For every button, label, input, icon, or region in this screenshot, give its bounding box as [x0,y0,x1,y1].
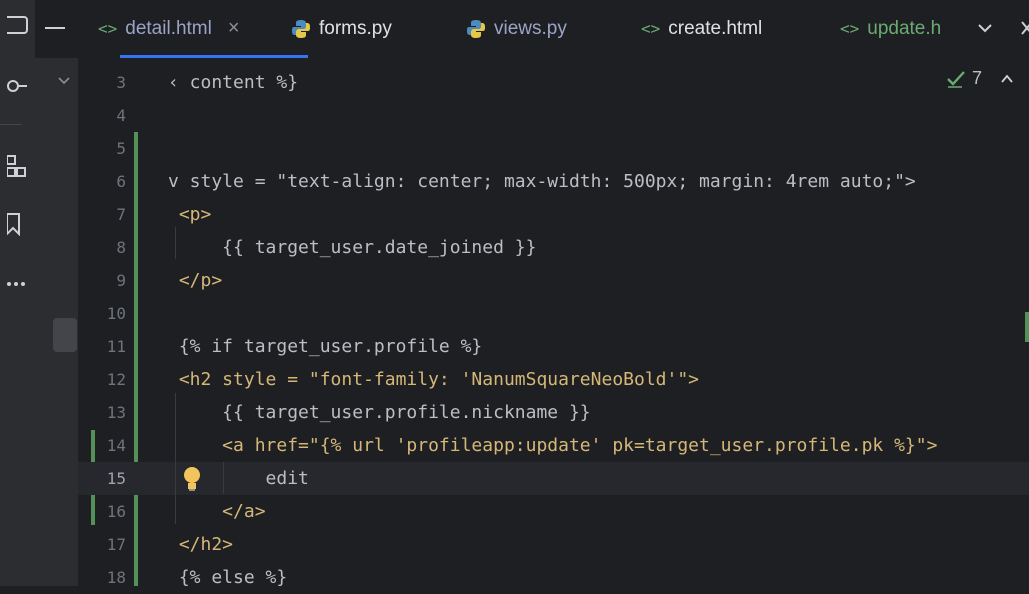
python-icon [291,19,311,39]
code-text[interactable]: <a href="{% url 'profileapp:update' pk=t… [168,435,937,456]
line-number: 8 [116,238,126,257]
code-line: 8 {{ target_user.date_joined }} [78,231,1029,264]
code-text[interactable]: v style = "text-align: center; max-width… [168,171,916,192]
line-number: 18 [106,568,126,587]
inspection-widget[interactable]: 7 [946,68,1014,89]
sidebar-divider [0,124,22,125]
line-number: 15 [106,469,126,488]
code-text[interactable]: </p> [168,270,222,291]
code-text[interactable]: ‹ content %} [168,72,298,93]
code-text[interactable]: <p> [168,204,212,225]
code-line: 11 {% if target_user.profile %} [78,330,1029,363]
tab-forms-py[interactable]: forms.py [291,0,392,57]
code-line: 3 ‹ content %} [78,66,1029,99]
line-number: 9 [116,271,126,290]
line-number: 17 [106,535,126,554]
tab-list-chevron-down-icon[interactable] [973,16,997,40]
code-line: 17 </h2> [78,528,1029,561]
line-number: 12 [106,370,126,389]
editor-tab-bar: <> detail.html × forms.py views.py <> cr… [35,0,1029,59]
code-line: 5 [78,132,1029,165]
code-line: 13 {{ target_user.profile.nickname }} [78,396,1029,429]
tab-label: forms.py [319,17,392,39]
tab-label: update.h [867,17,942,39]
code-text[interactable]: {{ target_user.profile.nickname }} [168,402,590,423]
close-icon[interactable]: × [228,17,240,40]
more-tools-icon[interactable] [0,264,35,304]
html-icon: <> [98,19,118,38]
code-text[interactable]: </a> [168,501,265,522]
code-line: 9 </p> [78,264,1029,297]
code-text[interactable]: {% else %} [168,567,287,588]
tool-window-sidebar [0,0,36,586]
chevron-up-icon[interactable] [1000,72,1014,86]
check-icon [946,70,966,88]
code-line: 14 <a href="{% url 'profileapp:update' p… [78,429,1029,462]
scroll-change-marker[interactable] [1025,312,1029,342]
line-number: 11 [106,337,126,356]
html-icon: <> [641,19,661,38]
line-number: 5 [116,139,126,158]
tab-label: views.py [494,17,567,39]
panel-scrollbar-thumb[interactable] [53,318,77,352]
inspection-count: 7 [972,68,983,88]
code-text[interactable]: </h2> [168,534,233,555]
tab-label: detail.html [125,17,212,39]
html-icon: <> [840,19,860,38]
line-number: 6 [116,172,126,191]
tab-views-py[interactable]: views.py [466,0,567,57]
panel-scrollbar-track [64,100,76,500]
lightbulb-icon[interactable] [181,465,203,493]
code-line: 18 {% else %} [78,561,1029,594]
code-text[interactable]: {% if target_user.profile %} [168,336,482,357]
code-line: 16 </a> [78,495,1029,528]
project-folder-icon[interactable] [0,6,35,46]
structure-icon[interactable] [0,146,35,186]
commit-icon[interactable] [0,66,35,106]
code-line: 10 [78,297,1029,330]
line-number: 13 [106,403,126,422]
code-line-current: 15 edit [78,462,1029,495]
code-text[interactable]: {{ target_user.date_joined }} [168,237,536,258]
line-number: 7 [116,205,126,224]
tab-create-html[interactable]: <> create.html [641,0,762,57]
tab-detail-html[interactable]: <> detail.html × [98,0,240,57]
line-number: 10 [106,304,126,323]
code-line: 4 [78,99,1029,132]
code-line: 7 <p> [78,198,1029,231]
line-number: 14 [106,436,126,455]
minimize-icon[interactable] [45,27,65,29]
tab-update-html[interactable]: <> update.h [840,0,941,57]
bookmarks-icon[interactable] [0,204,35,244]
code-text[interactable]: <h2 style = "font-family: 'NanumSquareNe… [168,369,699,390]
close-tab-icon[interactable] [1018,14,1029,44]
collapse-chevron-icon[interactable] [57,74,71,88]
line-number: 3 [116,73,126,92]
code-editor[interactable]: 3 ‹ content %} 4 5 6 v style = "text-ali… [78,58,1029,588]
tab-label: create.html [668,17,763,39]
line-number: 4 [116,106,126,125]
python-icon [466,19,486,39]
code-line: 12 <h2 style = "font-family: 'NanumSquar… [78,363,1029,396]
line-number: 16 [106,502,126,521]
code-line: 6 v style = "text-align: center; max-wid… [78,165,1029,198]
